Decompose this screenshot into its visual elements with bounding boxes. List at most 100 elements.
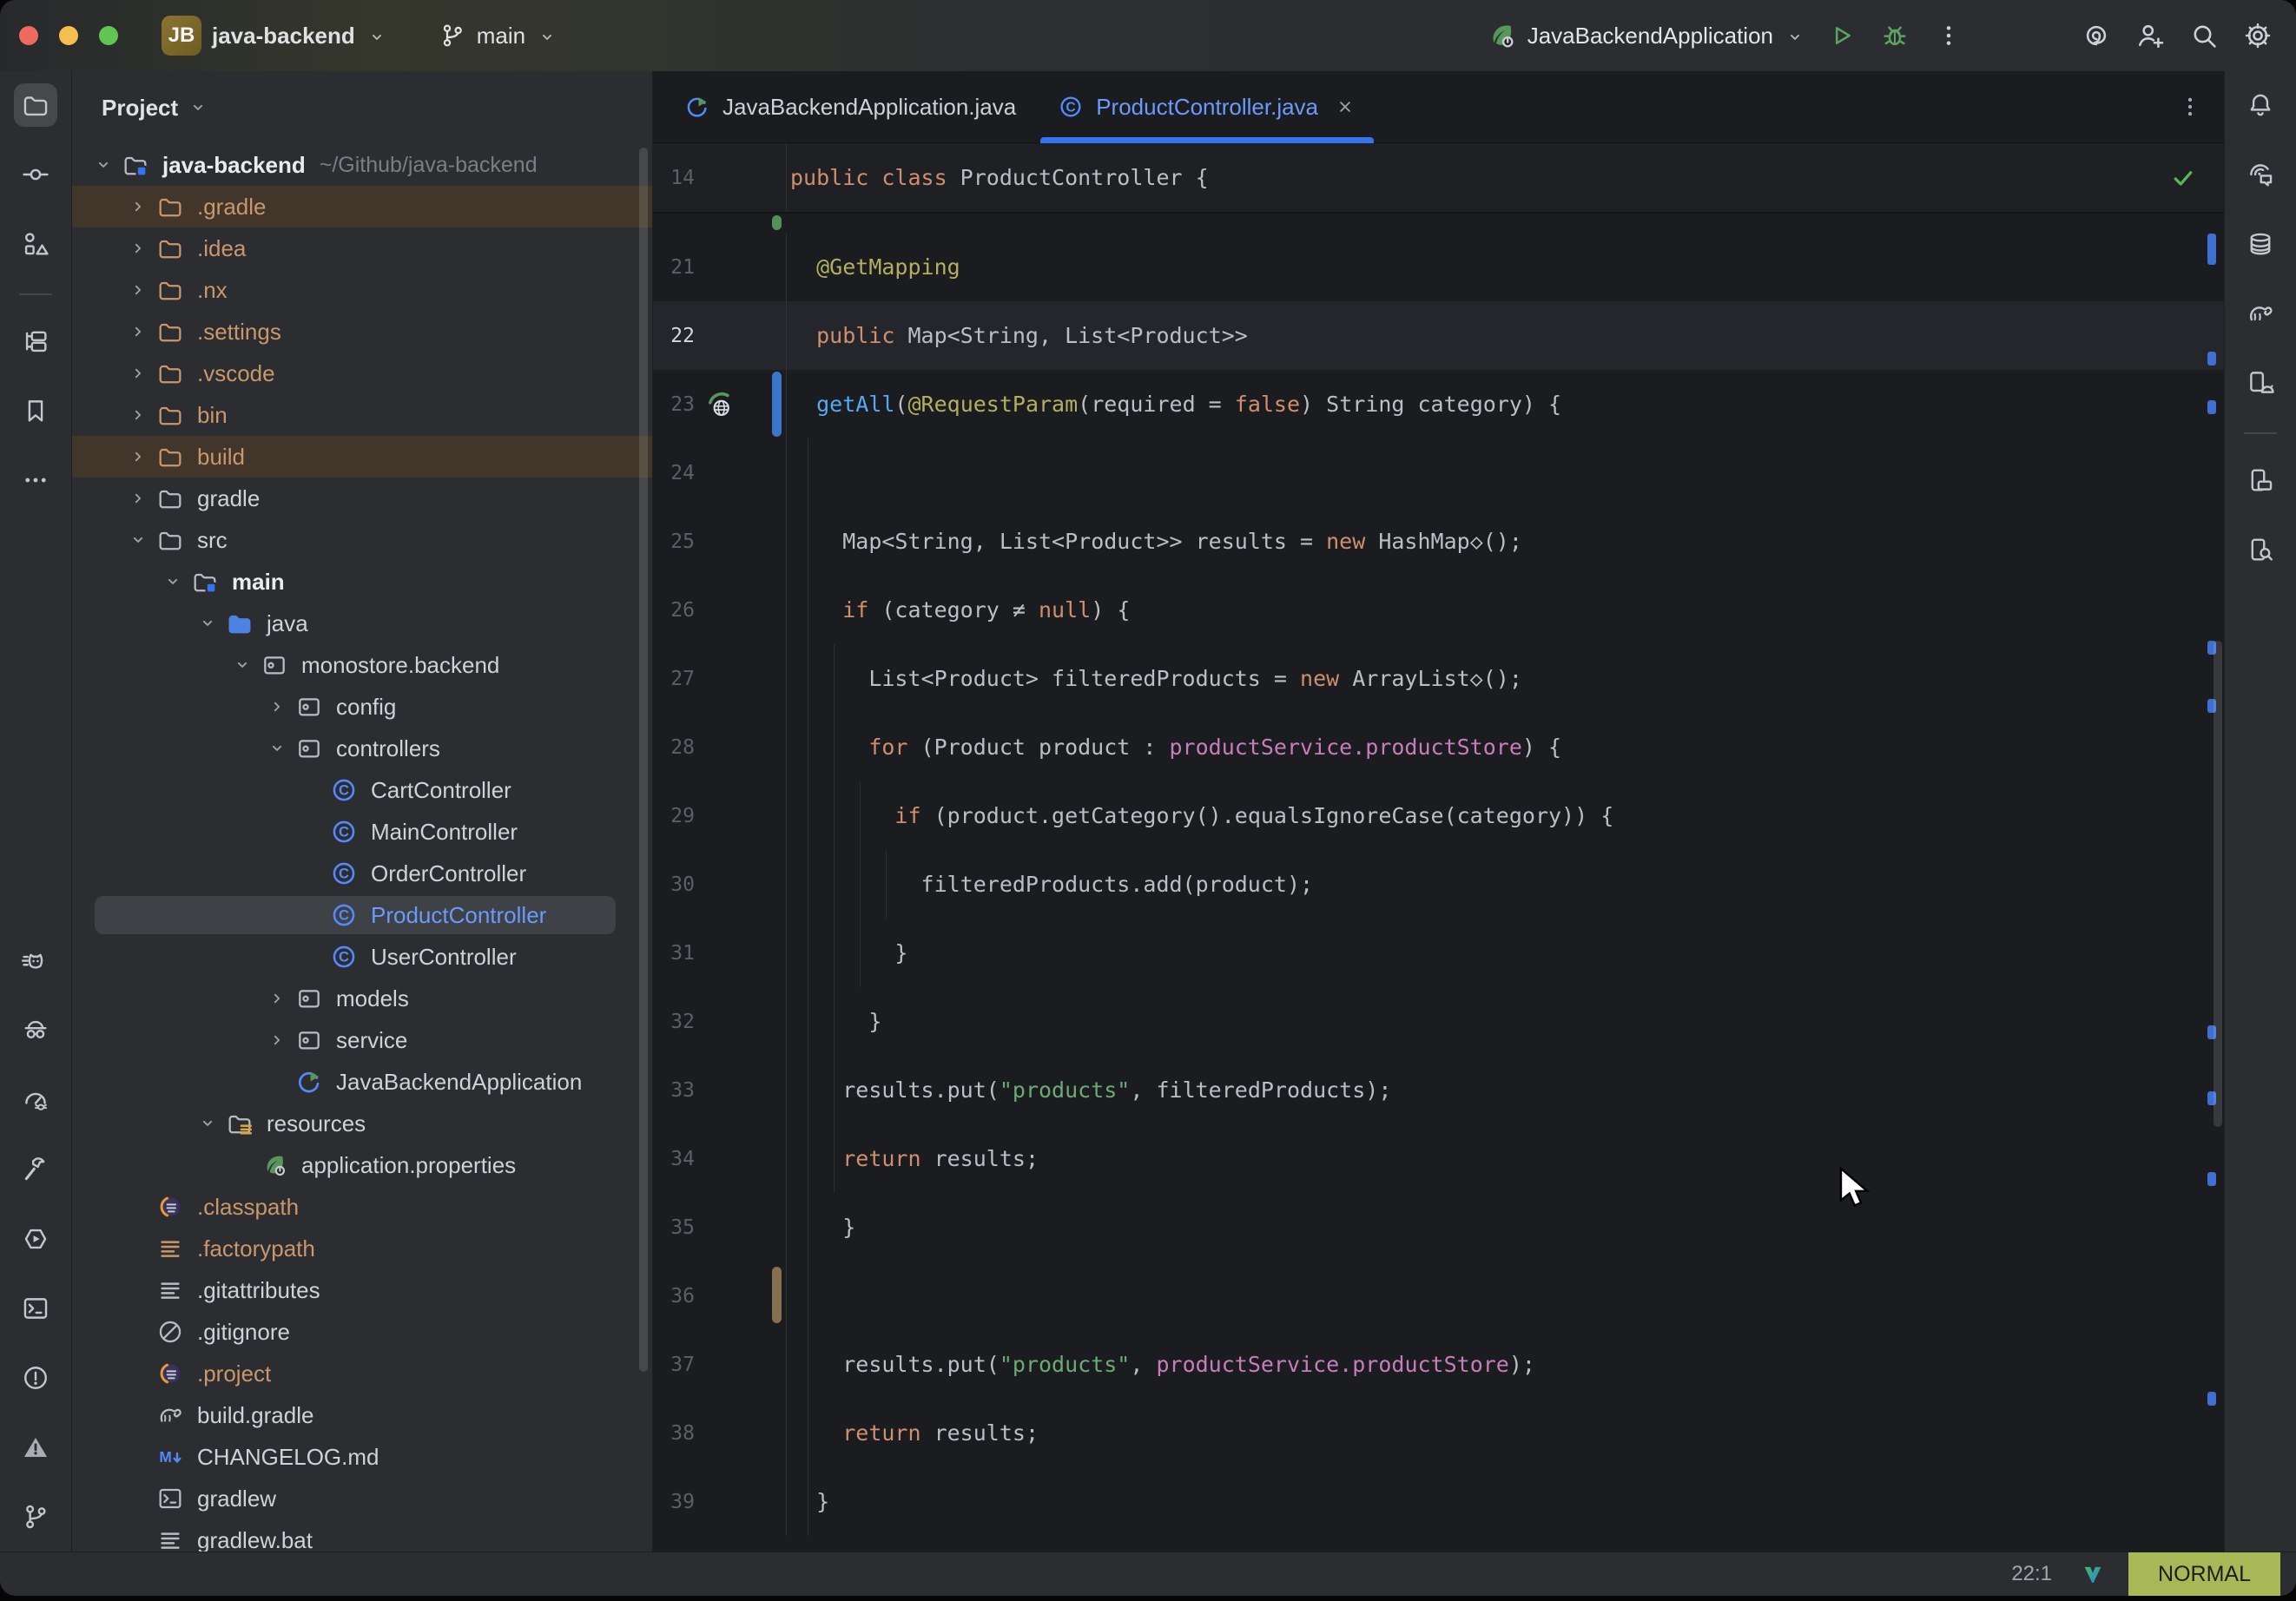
ai-assistant-icon[interactable] — [2075, 15, 2117, 56]
device-explorer-icon[interactable] — [2239, 528, 2282, 571]
chevron-collapsed-icon[interactable] — [122, 483, 154, 514]
tree-item--vscode[interactable]: .vscode — [72, 352, 652, 394]
editor-options-kebab-icon[interactable] — [2177, 94, 2203, 120]
notifications-icon[interactable] — [2239, 83, 2282, 127]
close-window-button[interactable] — [19, 26, 38, 45]
code-line-29[interactable]: 29 if (product.getCategory().equalsIgnor… — [653, 781, 2224, 850]
tree-item-gradlew-bat[interactable]: gradlew.bat — [72, 1519, 652, 1552]
editor-scrollbar[interactable] — [2214, 641, 2222, 1127]
terminal-icon[interactable] — [14, 1287, 57, 1330]
maximize-window-button[interactable] — [99, 26, 118, 45]
services-icon[interactable] — [14, 1217, 57, 1261]
chevron-collapsed-icon[interactable] — [261, 983, 293, 1014]
code-line-27[interactable]: 27 List<Product> filteredProducts = new … — [653, 644, 2224, 713]
code-line-39[interactable]: 39 } — [653, 1467, 2224, 1536]
device-window-icon[interactable] — [2239, 458, 2282, 502]
chevron-collapsed-icon[interactable] — [122, 399, 154, 431]
tab-javabackendapplication-java[interactable]: JavaBackendApplication.java — [663, 71, 1037, 142]
code-line-35[interactable]: 35 } — [653, 1193, 2224, 1262]
build-hammer-icon[interactable] — [14, 1148, 57, 1191]
project-widget[interactable]: JB java-backend — [148, 11, 402, 60]
code-line-28[interactable]: 28 for (Product product : productService… — [653, 713, 2224, 781]
tree-item-maincontroller[interactable]: CMainController — [72, 811, 652, 853]
project-icon[interactable] — [14, 83, 57, 127]
tree-item-usercontroller[interactable]: CUserController — [72, 936, 652, 978]
caret-position[interactable]: 22:1 — [2011, 1562, 2052, 1586]
ai-chat-icon[interactable] — [2239, 153, 2282, 196]
more-horizontal-icon[interactable] — [14, 458, 57, 502]
tree-item-gradle[interactable]: gradle — [72, 478, 652, 519]
tree-item--settings[interactable]: .settings — [72, 311, 652, 352]
tree-item-ordercontroller[interactable]: COrderController — [72, 853, 652, 894]
chevron-collapsed-icon[interactable] — [122, 441, 154, 472]
ai-cat-icon[interactable] — [14, 939, 57, 983]
git-branch-icon[interactable] — [14, 1495, 57, 1538]
chevron-expanded-icon[interactable] — [261, 733, 293, 764]
search-icon[interactable] — [2183, 15, 2225, 56]
database-icon[interactable] — [2239, 222, 2282, 266]
tree-item--gradle[interactable]: .gradle — [72, 186, 652, 227]
chevron-expanded-icon[interactable] — [88, 149, 119, 181]
tab-productcontroller-java[interactable]: CProductController.java — [1037, 71, 1377, 142]
chevron-expanded-icon[interactable] — [122, 524, 154, 556]
device-android-icon[interactable] — [2239, 361, 2282, 405]
chevron-expanded-icon[interactable] — [227, 649, 258, 681]
structure-icon[interactable] — [14, 222, 57, 266]
tree-item-monostore-backend[interactable]: monostore.backend — [72, 644, 652, 686]
tree-item-productcontroller[interactable]: CProductController — [72, 894, 652, 936]
tree-item--factorypath[interactable]: .factorypath — [72, 1228, 652, 1269]
code-line-32[interactable]: 32 } — [653, 987, 2224, 1056]
tree-item--idea[interactable]: .idea — [72, 227, 652, 269]
chevron-collapsed-icon[interactable] — [122, 233, 154, 264]
tree-item-resources[interactable]: resources — [72, 1103, 652, 1144]
code-line-31[interactable]: 31 } — [653, 919, 2224, 987]
inspections-ok-check-icon[interactable] — [2170, 165, 2196, 191]
project-tree-scrollbar[interactable] — [639, 148, 648, 1372]
tree-item-build-gradle[interactable]: build.gradle — [72, 1394, 652, 1436]
chevron-expanded-icon[interactable] — [157, 566, 188, 597]
code-line-38[interactable]: 38 return results; — [653, 1399, 2224, 1467]
tree-item-controllers[interactable]: controllers — [72, 728, 652, 769]
tree-item-application-properties[interactable]: application.properties — [72, 1144, 652, 1186]
add-user-icon[interactable] — [2129, 15, 2171, 56]
build-tree-icon[interactable] — [14, 320, 57, 363]
bookmarks-icon[interactable] — [14, 389, 57, 432]
code-line-22[interactable]: 22 public Map<String, List<Product>> — [653, 301, 2224, 370]
chevron-expanded-icon[interactable] — [192, 608, 223, 639]
code-line-23[interactable]: 23 getAll(@RequestParam(required = false… — [653, 370, 2224, 438]
vim-mode-badge[interactable]: NORMAL — [2128, 1552, 2280, 1596]
tree-item-main[interactable]: main — [72, 561, 652, 603]
settings-gear-icon[interactable] — [2237, 15, 2279, 56]
tree-item--project[interactable]: .project — [72, 1353, 652, 1394]
chevron-collapsed-icon[interactable] — [261, 1025, 293, 1056]
tree-item-src[interactable]: src — [72, 519, 652, 561]
close-tab-icon[interactable] — [1334, 96, 1356, 118]
project-panel-header[interactable]: Project — [72, 71, 652, 144]
code-line-34[interactable]: 34 return results; — [653, 1124, 2224, 1193]
vcs-change-marker-modified[interactable] — [772, 372, 782, 437]
code-line-37[interactable]: 37 results.put("products", productServic… — [653, 1330, 2224, 1399]
chevron-collapsed-icon[interactable] — [122, 191, 154, 222]
code-line-24[interactable]: 24 — [653, 438, 2224, 507]
tree-item--classpath[interactable]: .classpath — [72, 1186, 652, 1228]
vcs-branch-widget[interactable]: main — [425, 11, 572, 60]
tree-item--nx[interactable]: .nx — [72, 269, 652, 311]
debug-button[interactable] — [1874, 15, 1916, 56]
minimize-window-button[interactable] — [59, 26, 78, 45]
code-line-33[interactable]: 33 results.put("products", filteredProdu… — [653, 1056, 2224, 1124]
commit-icon[interactable] — [14, 153, 57, 196]
tree-item-config[interactable]: config — [72, 686, 652, 728]
tree-item--gitignore[interactable]: .gitignore — [72, 1311, 652, 1353]
warnings-icon[interactable] — [14, 1426, 57, 1469]
code-line-36[interactable]: 36 — [653, 1262, 2224, 1330]
incognito-icon[interactable] — [14, 1009, 57, 1052]
tree-item-build[interactable]: build — [72, 436, 652, 478]
vcs-change-marker-modified[interactable] — [772, 1267, 782, 1323]
tree-item-javabackendapplication[interactable]: JavaBackendApplication — [72, 1061, 652, 1103]
tree-item-java-backend[interactable]: java-backend~/Github/java-backend — [72, 144, 652, 186]
run-button[interactable] — [1820, 15, 1862, 56]
problems-icon[interactable] — [14, 1356, 57, 1400]
tree-item-changelog-md[interactable]: MCHANGELOG.md — [72, 1436, 652, 1478]
run-configuration-widget[interactable]: JavaBackendApplication — [1472, 11, 1820, 60]
tree-item-bin[interactable]: bin — [72, 394, 652, 436]
